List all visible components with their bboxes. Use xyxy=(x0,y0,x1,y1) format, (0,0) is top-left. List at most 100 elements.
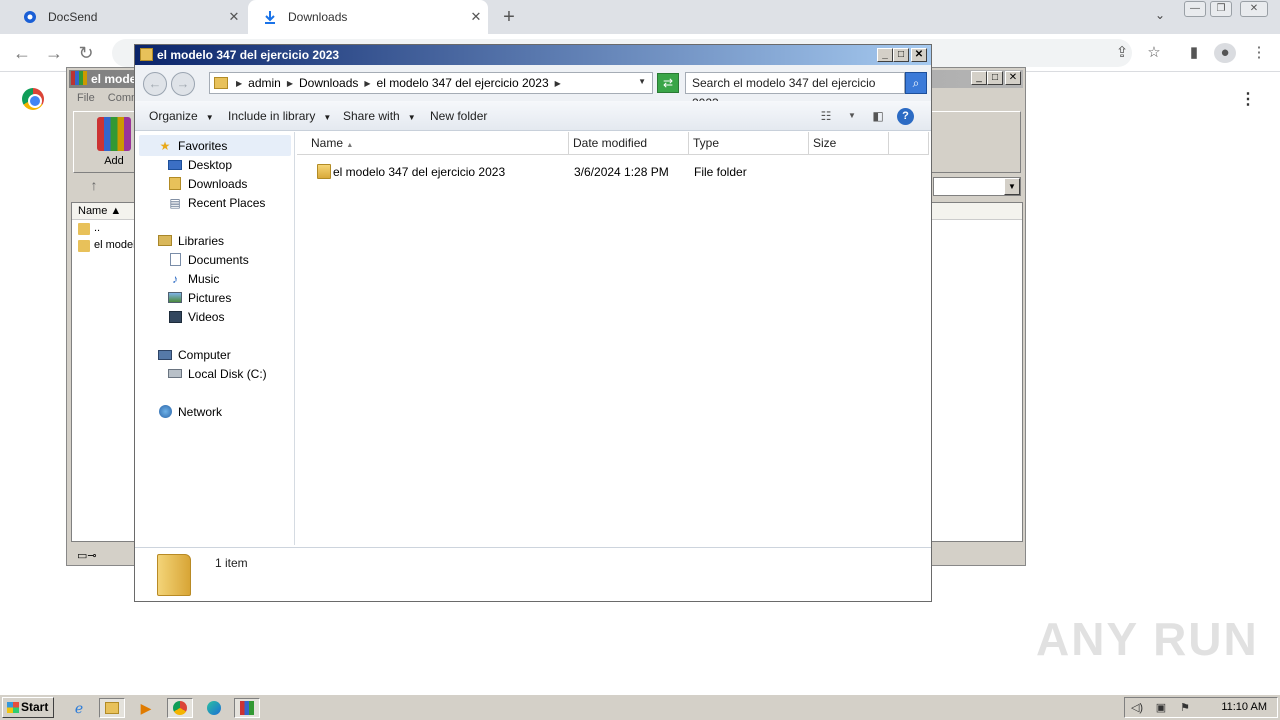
recent-places-icon: ▤ xyxy=(169,195,181,210)
nav-documents[interactable]: Documents xyxy=(167,250,249,269)
chevron-icon[interactable]: ▶ xyxy=(364,79,370,88)
nav-videos[interactable]: Videos xyxy=(167,307,224,326)
volume-icon[interactable]: ◁) xyxy=(1129,701,1145,715)
side-panel-icon[interactable]: ▮ xyxy=(1183,43,1205,63)
explorer-window: el modelo 347 del ejercicio 2023 _ □ ✕ ←… xyxy=(134,44,932,602)
address-dropdown-icon[interactable]: ▼ xyxy=(638,77,646,86)
videos-icon xyxy=(167,310,183,324)
winrar-taskbar-icon[interactable] xyxy=(234,698,260,718)
nav-computer[interactable]: Computer xyxy=(157,345,231,364)
column-header-size[interactable]: Size xyxy=(809,132,889,155)
tab-search-chevron-icon[interactable]: ⌄ xyxy=(1150,8,1170,26)
documents-icon xyxy=(167,253,183,267)
address-toolbar: ← → ▶ admin ▶ Downloads ▶ el modelo 347 … xyxy=(135,65,931,110)
network-tray-icon[interactable]: ▣ xyxy=(1153,701,1169,715)
chevron-icon[interactable]: ▶ xyxy=(287,79,293,88)
explorer-taskbar-icon[interactable] xyxy=(99,698,125,718)
view-options-icon[interactable]: ☷ xyxy=(817,108,835,124)
new-tab-button[interactable]: + xyxy=(498,6,520,28)
breadcrumb-folder[interactable]: el modelo 347 del ejercicio 2023 xyxy=(377,76,549,90)
nav-local-disk[interactable]: Local Disk (C:) xyxy=(167,364,267,383)
forward-icon[interactable]: → xyxy=(171,72,195,96)
minimize-icon[interactable]: _ xyxy=(877,48,893,62)
nav-desktop[interactable]: Desktop xyxy=(167,155,232,174)
desktop-icon xyxy=(167,158,183,172)
downloads-folder-icon xyxy=(167,177,183,191)
computer-icon xyxy=(157,348,173,362)
refresh-icon[interactable]: ⇄ xyxy=(657,73,679,93)
include-in-library-button[interactable]: Include in library ▼ xyxy=(228,101,331,131)
chrome-taskbar-icon[interactable] xyxy=(167,698,193,718)
close-icon[interactable]: ✕ xyxy=(1005,71,1021,85)
bookmark-star-icon[interactable]: ☆ xyxy=(1143,43,1165,63)
preview-pane-icon[interactable]: ◧ xyxy=(869,108,887,124)
download-icon xyxy=(262,9,278,25)
page-menu-icon[interactable]: ⋮ xyxy=(1240,90,1256,110)
close-tab-icon[interactable]: ✕ xyxy=(222,9,246,25)
search-input[interactable]: Search el modelo 347 del ejercicio 2023 xyxy=(685,72,905,110)
menu-icon[interactable]: ⋮ xyxy=(1248,43,1270,63)
view-dropdown-icon[interactable]: ▼ xyxy=(843,108,861,124)
folder-icon xyxy=(214,77,228,89)
start-button[interactable]: Start xyxy=(2,697,54,718)
nav-network[interactable]: Network xyxy=(157,402,222,421)
back-icon[interactable]: ← xyxy=(143,72,167,96)
forward-icon[interactable]: → xyxy=(42,42,66,64)
reload-icon[interactable]: ↻ xyxy=(74,42,98,64)
close-window-icon[interactable]: ✕ xyxy=(1240,1,1268,17)
maximize-icon[interactable]: □ xyxy=(893,48,909,62)
breadcrumb-downloads[interactable]: Downloads xyxy=(299,76,358,90)
restore-icon[interactable]: ❐ xyxy=(1210,1,1232,17)
chrome-tab-strip: DocSend ✕ Downloads ✕ + ⌄ — ❐ ✕ xyxy=(0,0,1280,34)
nav-downloads[interactable]: Downloads xyxy=(167,174,247,193)
chrome-logo-icon xyxy=(22,88,44,110)
chevron-icon[interactable]: ▶ xyxy=(236,79,242,88)
back-icon[interactable]: ← xyxy=(10,42,34,64)
hard-disk-icon xyxy=(167,367,183,381)
table-row[interactable]: el modelo 347 del ejercicio 2023 3/6/202… xyxy=(307,162,927,182)
chevron-icon[interactable]: ▶ xyxy=(555,79,561,88)
new-folder-button[interactable]: New folder xyxy=(430,101,487,131)
path-combo[interactable]: ▼ xyxy=(933,177,1021,196)
dropdown-arrow-icon[interactable]: ▼ xyxy=(1004,178,1020,195)
nav-favorites[interactable]: ★ Favorites xyxy=(157,136,228,155)
tab-docsend[interactable]: DocSend ✕ xyxy=(8,0,246,34)
column-header-date-modified[interactable]: Date modified xyxy=(569,132,689,155)
system-tray: ◁) ▣ ⚑ 11:10 AM xyxy=(1124,697,1278,718)
address-bar[interactable]: ▶ admin ▶ Downloads ▶ el modelo 347 del … xyxy=(209,72,653,94)
nav-libraries[interactable]: Libraries xyxy=(157,231,224,250)
menu-file[interactable]: File xyxy=(77,92,95,104)
share-icon[interactable]: ⇪ xyxy=(1111,43,1133,63)
tab-label: DocSend xyxy=(48,10,98,24)
column-header-name[interactable]: Name ▲ xyxy=(297,132,569,155)
explorer-title: el modelo 347 del ejercicio 2023 xyxy=(135,45,931,65)
media-player-icon[interactable]: ▶ xyxy=(133,698,159,718)
profile-icon[interactable]: ● xyxy=(1214,43,1236,63)
clock[interactable]: 11:10 AM xyxy=(1221,701,1267,713)
help-icon[interactable]: ? xyxy=(897,108,914,125)
column-header-type[interactable]: Type xyxy=(689,132,809,155)
folder-icon xyxy=(317,164,331,179)
close-tab-icon[interactable]: ✕ xyxy=(464,9,488,25)
windows-logo-icon xyxy=(7,702,19,713)
breadcrumb-admin[interactable]: admin xyxy=(248,76,281,90)
music-icon: ♪ xyxy=(172,271,178,286)
nav-pictures[interactable]: Pictures xyxy=(167,288,231,307)
folder-icon xyxy=(78,239,90,252)
maximize-icon[interactable]: □ xyxy=(987,71,1003,85)
nav-music[interactable]: ♪ Music xyxy=(167,269,219,288)
edge-icon[interactable] xyxy=(201,698,227,718)
internet-explorer-icon[interactable]: ℯ xyxy=(66,698,92,718)
minimize-icon[interactable]: — xyxy=(1184,1,1206,17)
share-with-button[interactable]: Share with ▼ xyxy=(343,101,416,131)
add-button[interactable]: Add xyxy=(92,117,136,167)
up-arrow-icon[interactable]: ↑ xyxy=(83,177,105,197)
minimize-icon[interactable]: _ xyxy=(971,71,987,85)
search-icon[interactable]: ⌕ xyxy=(905,72,927,94)
nav-recent-places[interactable]: ▤ Recent Places xyxy=(167,193,265,212)
close-icon[interactable]: ✕ xyxy=(911,48,927,62)
tab-downloads[interactable]: Downloads ✕ xyxy=(248,0,488,34)
action-center-flag-icon[interactable]: ⚑ xyxy=(1177,701,1193,715)
organize-button[interactable]: Organize ▼ xyxy=(149,101,214,131)
docsend-icon xyxy=(22,9,38,25)
